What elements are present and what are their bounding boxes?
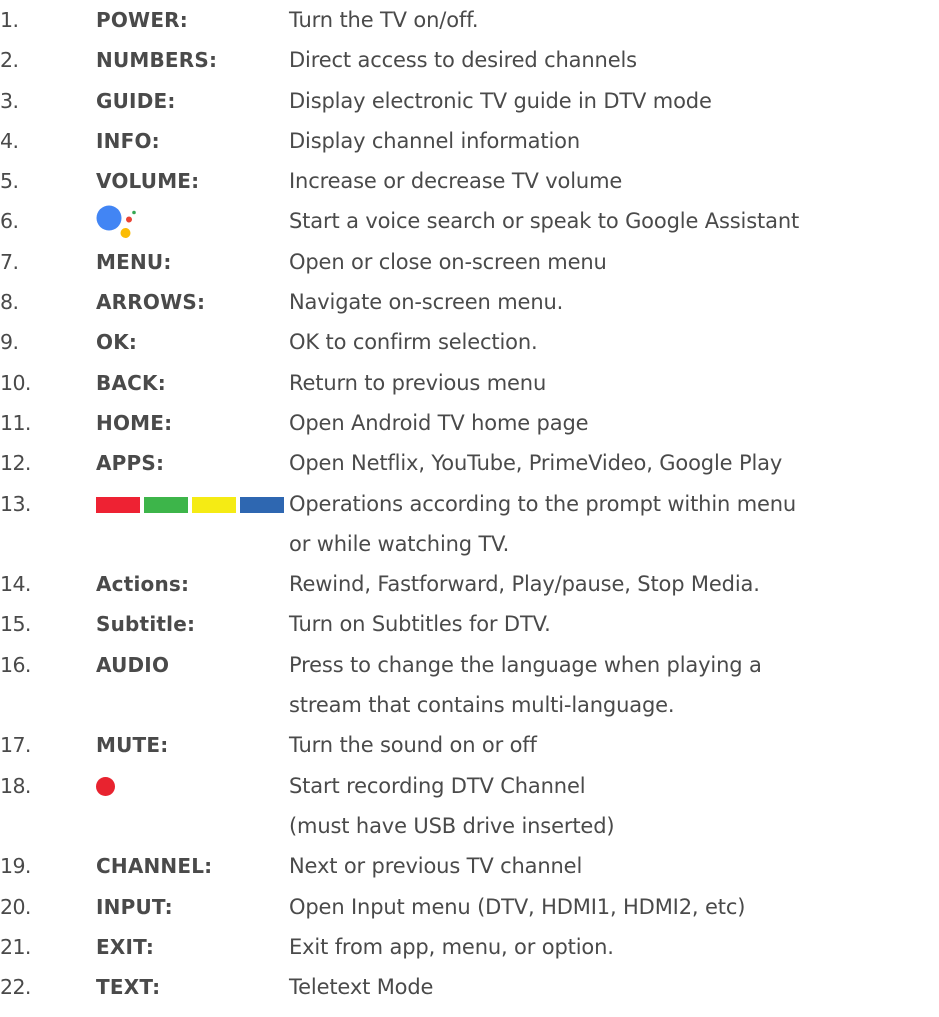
list-item: 7. MENU: Open or close on-screen menu [0,242,939,282]
blue-key-icon [240,496,284,513]
key-label: POWER: [96,8,188,32]
key-description: Display channel information [289,128,581,153]
list-item: 3. GUIDE: Display electronic TV guide in… [0,81,939,121]
key-label: INFO: [96,128,160,153]
list-item: 15. Subtitle: Turn on Subtitles for DTV. [0,604,939,644]
key-description: Next or previous TV channel [289,854,583,879]
key-label: INPUT: [96,894,173,919]
key-description: Navigate on-screen menu. [289,290,564,315]
item-number: 10. [0,370,31,395]
key-description: Start a voice search or speak to Google … [289,209,800,234]
item-number: 13. [0,491,31,516]
item-number: 21. [0,934,31,959]
key-label: AUDIO [96,652,170,677]
item-number: 22. [0,975,31,1000]
list-item: 4. INFO: Display channel information [0,121,939,161]
key-description: Turn on Subtitles for DTV. [289,612,551,637]
key-label: MUTE: [96,733,169,758]
list-item: 8. ARROWS: Navigate on-screen menu. [0,282,939,322]
item-number: 3. [0,88,19,113]
record-dot-icon [96,776,115,796]
list-item: 14. Actions: Rewind, Fastforward, Play/p… [0,564,939,604]
list-item: 13. Operations according to the prompt w… [0,484,939,565]
key-label: OK: [96,330,138,355]
item-number: 19. [0,854,31,879]
item-number: 8. [0,290,19,315]
list-item: 22. TEXT: Teletext Mode [0,967,939,1007]
red-key-icon [96,496,140,513]
list-item: 19. CHANNEL: Next or previous TV channel [0,846,939,886]
item-number: 5. [0,169,19,194]
key-description: Turn the TV on/off. [289,8,479,32]
key-label: Subtitle: [96,612,196,637]
key-description: Press to change the language when playin… [289,652,762,718]
key-label: CHANNEL: [96,854,213,879]
item-number: 11. [0,410,31,435]
list-item: 21. EXIT: Exit from app, menu, or option… [0,927,939,967]
item-number: 1. [0,8,19,32]
key-label: NUMBERS: [96,48,218,73]
key-label: EXIT: [96,934,155,959]
list-item: 17. MUTE: Turn the sound on or off [0,725,939,765]
item-number: 4. [0,128,19,153]
remote-button-list: 1. POWER: Turn the TV on/off. 2. NUMBERS… [0,0,939,1007]
key-description: Open Android TV home page [289,410,589,435]
key-description: OK to confirm selection. [289,330,538,355]
list-item: 1. POWER: Turn the TV on/off. [0,0,939,40]
key-description: Increase or decrease TV volume [289,169,623,194]
key-description: Open Input menu (DTV, HDMI1, HDMI2, etc) [289,894,746,919]
list-item: 2. NUMBERS: Direct access to desired cha… [0,40,939,80]
green-key-icon [144,496,188,513]
item-number: 6. [0,209,19,234]
key-label: VOLUME: [96,169,200,194]
key-label: GUIDE: [96,88,176,113]
list-item: 20. INPUT: Open Input menu (DTV, HDMI1, … [0,887,939,927]
key-label: MENU: [96,249,172,274]
key-label: Actions: [96,572,190,597]
list-item: 11. HOME: Open Android TV home page [0,403,939,443]
item-number: 9. [0,330,19,355]
item-number: 20. [0,894,31,919]
key-description: Start recording DTV Channel (must have U… [289,773,615,838]
list-item: 18. Start recording DTV Channel (must ha… [0,766,939,847]
item-number: 14. [0,572,31,597]
list-item: 6. Start a voice search or speak to Goog… [0,201,939,241]
key-description: Operations according to the prompt withi… [289,491,797,556]
item-number: 17. [0,733,31,758]
key-description: Open or close on-screen menu [289,249,607,274]
list-item: 12. APPS: Open Netflix, YouTube, PrimeVi… [0,443,939,483]
key-description: Direct access to desired channels [289,48,637,73]
key-label: HOME: [96,410,173,435]
color-keys-icon [96,496,284,513]
key-description: Exit from app, menu, or option. [289,934,614,959]
key-description: Open Netflix, YouTube, PrimeVideo, Googl… [289,451,783,476]
key-label: BACK: [96,370,166,395]
list-item: 16. AUDIO Press to change the language w… [0,645,939,726]
key-description: Display electronic TV guide in DTV mode [289,88,712,113]
key-description: Rewind, Fastforward, Play/pause, Stop Me… [289,572,760,597]
list-item: 10. BACK: Return to previous menu [0,363,939,403]
item-number: 18. [0,773,31,798]
item-number: 7. [0,249,19,274]
item-number: 2. [0,48,19,73]
item-number: 12. [0,451,31,476]
key-description: Return to previous menu [289,370,547,395]
key-label: TEXT: [96,975,161,1000]
item-number: 15. [0,612,31,637]
list-item: 9. OK: OK to confirm selection. [0,322,939,362]
key-description: Teletext Mode [289,975,434,1000]
list-item: 5. VOLUME: Increase or decrease TV volum… [0,161,939,201]
google-assistant-icon [96,205,136,239]
key-label: APPS: [96,451,165,476]
key-label: ARROWS: [96,290,206,315]
key-description: Turn the sound on or off [289,733,537,758]
yellow-key-icon [192,496,236,513]
item-number: 16. [0,652,31,677]
